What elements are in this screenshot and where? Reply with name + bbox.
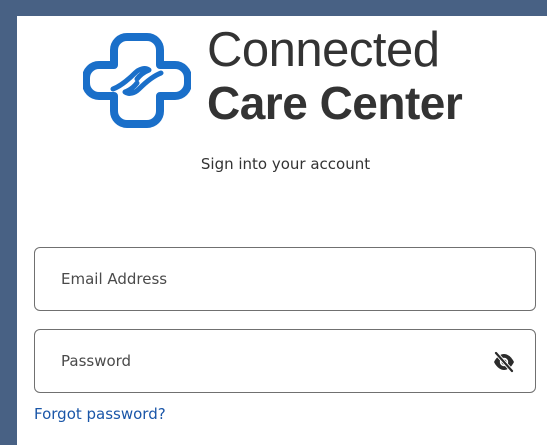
login-screen: Connected Care Center Sign into your acc… — [0, 0, 547, 445]
brand-name-line1: Connected — [207, 23, 440, 77]
cross-with-hands-icon — [83, 33, 191, 128]
eye-slash-icon[interactable] — [492, 351, 516, 373]
password-input[interactable] — [61, 330, 481, 392]
forgot-password-link[interactable]: Forgot password? — [34, 405, 166, 423]
email-input[interactable] — [61, 248, 481, 310]
email-field[interactable] — [34, 247, 536, 311]
password-field[interactable] — [34, 329, 536, 393]
window-frame-left — [0, 0, 17, 445]
login-subtitle: Sign into your account — [200, 155, 371, 173]
brand-name-line2: Care Center — [207, 77, 463, 129]
window-frame-top — [0, 0, 547, 16]
